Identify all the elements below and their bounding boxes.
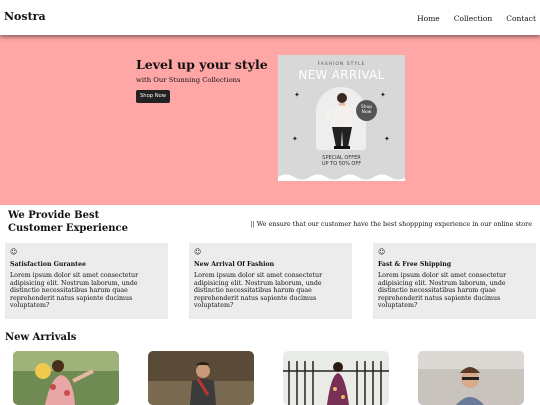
brand-logo[interactable]: Nostra — [4, 10, 46, 23]
new-arrivals-title: New Arrivals — [5, 332, 77, 343]
feature-title: Fast & Free Shipping — [378, 261, 452, 268]
product-image[interactable] — [283, 351, 389, 405]
poster-shop-now-badge: Shop Now — [356, 100, 377, 121]
new-arrival-poster[interactable]: FASHION STYLE NEW ARRIVAL Shop Now ✦ ✦ ✦… — [278, 55, 405, 181]
model-figure-image — [324, 93, 360, 149]
poster-tag: FASHION STYLE — [317, 62, 366, 67]
smiley-icon: ☺ — [10, 248, 18, 256]
main-nav: Home Collection Contact — [417, 14, 536, 23]
hero-subtitle: with Our Stunning Collections — [136, 76, 241, 84]
feature-body: Lorem ipsum dolor sit amet consectetur a… — [10, 272, 139, 310]
hero-banner: Level up your style with Our Stunning Co… — [0, 35, 540, 205]
poster-headline: NEW ARRIVAL — [298, 68, 385, 82]
shop-now-button[interactable]: Shop Now — [136, 90, 170, 103]
provide-section-note: || We ensure that our customer have the … — [250, 220, 532, 228]
feature-title: New Arrival Of Fashion — [194, 261, 275, 268]
nav-contact-link[interactable]: Contact — [506, 14, 536, 23]
feature-card: ☺ Fast & Free Shipping Lorem ipsum dolor… — [373, 243, 536, 319]
product-image[interactable] — [148, 351, 254, 405]
nav-collection-link[interactable]: Collection — [454, 14, 492, 23]
sparkle-icon: ✦ — [384, 135, 390, 143]
feature-card: ☺ New Arrival Of Fashion Lorem ipsum dol… — [189, 243, 352, 319]
smiley-icon: ☺ — [194, 248, 202, 256]
product-image[interactable] — [418, 351, 524, 405]
feature-body: Lorem ipsum dolor sit amet consectetur a… — [378, 272, 507, 310]
product-image[interactable] — [13, 351, 119, 405]
smiley-icon: ☺ — [378, 248, 386, 256]
sparkle-icon: ✦ — [380, 91, 386, 99]
poster-offer: SPECIAL OFFER UP TO 50% OFF — [278, 155, 405, 167]
poster-offer-line2: UP TO 50% OFF — [321, 161, 362, 167]
nav-home-link[interactable]: Home — [417, 14, 440, 23]
hero-title: Level up your style — [136, 57, 268, 72]
sparkle-icon: ✦ — [294, 91, 300, 99]
feature-title: Satisfaction Gurantee — [10, 261, 86, 268]
sparkle-icon: ✦ — [292, 135, 298, 143]
top-navbar: Nostra Home Collection Contact — [0, 0, 540, 35]
provide-section-title: We Provide Best Customer Experience — [8, 210, 128, 234]
feature-body: Lorem ipsum dolor sit amet consectetur a… — [194, 272, 323, 310]
feature-card: ☺ Satisfaction Gurantee Lorem ipsum dolo… — [5, 243, 168, 319]
poster-wave-decoration — [278, 174, 405, 181]
